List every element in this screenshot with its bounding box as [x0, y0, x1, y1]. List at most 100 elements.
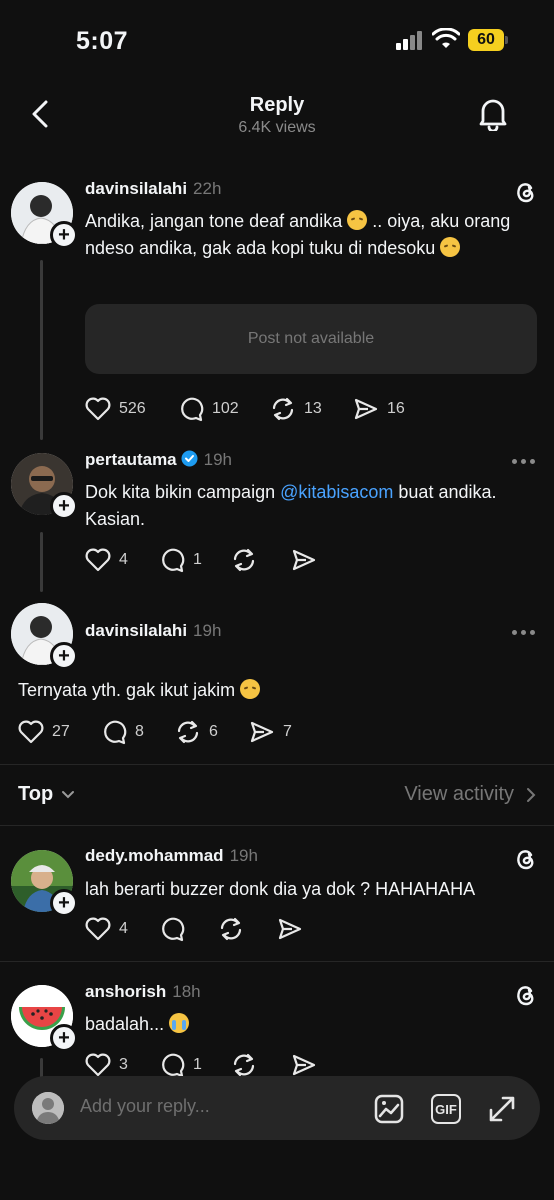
like-count: 27: [52, 723, 70, 740]
comment-button[interactable]: [159, 914, 185, 944]
expand-button[interactable]: [485, 1092, 519, 1126]
header: Reply 6.4K views: [0, 84, 554, 144]
chevron-down-icon: [62, 790, 75, 798]
disappointed-emoji-icon: [240, 679, 261, 699]
bell-icon: [479, 99, 507, 131]
post-not-available: Post not available: [85, 304, 537, 374]
comment-button[interactable]: 102: [178, 394, 239, 424]
post-text: lah berarti buzzer donk dia ya dok ? HAH…: [85, 879, 476, 899]
comment-button[interactable]: 1: [159, 545, 202, 575]
username[interactable]: davinsilalahi: [85, 621, 187, 640]
sort-dropdown[interactable]: Top: [18, 783, 75, 806]
comment-icon: [162, 917, 185, 942]
share-button[interactable]: [291, 545, 317, 575]
like-count: 4: [119, 551, 128, 568]
chevron-right-icon: [527, 787, 536, 802]
reply-input[interactable]: [80, 1096, 340, 1117]
share-count: 16: [387, 400, 405, 417]
username[interactable]: dedy.mohammad: [85, 846, 224, 865]
like-button[interactable]: 526: [85, 394, 146, 424]
divider: [0, 825, 554, 826]
post-time: 19h: [193, 621, 222, 640]
post-text: badalah...: [85, 1011, 530, 1038]
username[interactable]: davinsilalahi: [85, 179, 187, 198]
like-button[interactable]: 4: [85, 914, 128, 944]
username[interactable]: anshorish: [85, 982, 166, 1001]
attach-image-button[interactable]: [372, 1092, 406, 1126]
sort-label: Top: [18, 783, 54, 805]
post-time: 18h: [172, 982, 201, 1001]
disappointed-emoji-icon: [440, 237, 461, 257]
heart-icon: [85, 397, 111, 421]
heart-icon: [85, 548, 111, 572]
post-meta: anshorish 18h: [85, 982, 201, 1002]
repost-icon: [220, 917, 242, 941]
comment-count: 8: [135, 723, 144, 740]
follow-plus-icon[interactable]: +: [50, 492, 78, 520]
comment-count: 1: [193, 1056, 202, 1073]
post-time: 22h: [193, 179, 222, 198]
thread-line: [40, 260, 43, 440]
reply-bar: GIF: [14, 1076, 540, 1140]
post-text: Dok kita bikin campaign @kitabisacom bua…: [85, 482, 497, 529]
disappointed-emoji-icon: [347, 210, 368, 230]
threads-icon[interactable]: [512, 846, 538, 872]
share-icon: [292, 1054, 316, 1076]
repost-icon: [272, 397, 294, 421]
divider: [0, 961, 554, 962]
threads-icon[interactable]: [512, 179, 538, 205]
share-button[interactable]: 7: [249, 717, 292, 747]
follow-plus-icon[interactable]: +: [50, 642, 78, 670]
comment-button[interactable]: 8: [101, 717, 144, 747]
heart-icon: [18, 720, 44, 744]
share-button[interactable]: [277, 914, 303, 944]
post-actions: 526 102 13 16: [85, 394, 525, 424]
sort-bar: Top View activity: [0, 765, 554, 825]
view-activity-link[interactable]: View activity: [404, 783, 536, 806]
share-button[interactable]: 16: [353, 394, 405, 424]
more-icon[interactable]: [512, 628, 538, 636]
share-icon: [250, 721, 274, 743]
thread-line: [40, 1058, 43, 1078]
page-title: Reply: [249, 94, 305, 116]
repost-icon: [177, 720, 199, 744]
repost-button[interactable]: [231, 545, 257, 575]
comment-icon: [181, 397, 204, 422]
follow-plus-icon[interactable]: +: [50, 889, 78, 917]
post-actions: 4: [85, 914, 525, 944]
repost-button[interactable]: [218, 914, 244, 944]
post-time: 19h: [203, 450, 233, 469]
repost-icon: [233, 548, 255, 572]
more-icon[interactable]: [512, 457, 538, 465]
like-button[interactable]: 4: [85, 545, 128, 575]
post-time: 19h: [229, 846, 258, 865]
repost-count: 13: [304, 400, 322, 417]
thread-line: [40, 532, 43, 592]
comment-icon: [162, 548, 185, 573]
follow-plus-icon[interactable]: +: [50, 1024, 78, 1052]
post-text: Ternyata yth. gak ikut jakim: [18, 677, 518, 704]
like-button[interactable]: 27: [18, 717, 70, 747]
repost-icon: [233, 1053, 255, 1077]
post-meta: pertautama 19h: [85, 450, 232, 470]
post-meta: dedy.mohammad 19h: [85, 846, 258, 866]
follow-plus-icon[interactable]: +: [50, 221, 78, 249]
comment-icon: [162, 1053, 185, 1078]
post-meta: davinsilalahi 22h: [85, 179, 221, 199]
expand-icon: [489, 1096, 515, 1122]
view-activity-label: View activity: [404, 783, 514, 805]
notifications-button[interactable]: [476, 96, 510, 132]
bottom-safe-area: [0, 1140, 554, 1200]
username[interactable]: pertautama: [85, 450, 177, 469]
gif-button[interactable]: GIF: [429, 1092, 463, 1126]
like-count: 4: [119, 920, 128, 937]
repost-button[interactable]: 13: [270, 394, 322, 424]
wifi-icon: [432, 28, 460, 48]
threads-icon[interactable]: [512, 982, 538, 1008]
repost-button[interactable]: 6: [175, 717, 218, 747]
mention-link[interactable]: @kitabisacom: [280, 482, 393, 502]
post-text: Andika, jangan tone deaf andika .. oiya,…: [85, 210, 511, 258]
post-actions: 4 1: [85, 545, 525, 575]
signal-icon: [396, 31, 422, 50]
my-avatar: [32, 1092, 64, 1124]
